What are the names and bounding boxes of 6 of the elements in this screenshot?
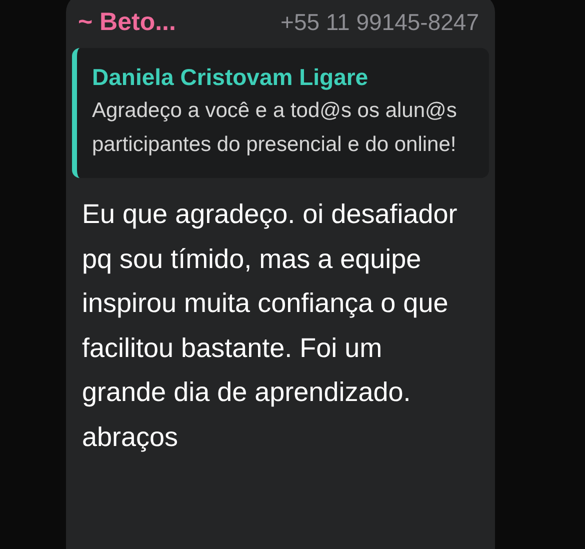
quote-text: Agradeço a você e a tod@s os alun@s participantes do presencial e do online! <box>92 98 458 158</box>
quote-author: Daniela Cristovam Ligare <box>92 63 370 92</box>
sender-name: ~ Beto... <box>78 8 176 37</box>
message-text: Eu que agradeço. oi desafiador pq sou tímido, mas a equipe inspirou muita confiança o que facilitou bastante. Foi um grande dia de aprendizado. abraços <box>82 198 458 454</box>
sender-phone: +55 11 99145-8247 <box>280 9 479 36</box>
quoted-message[interactable]: Daniela Cristovam Ligare Agradeço a você e a tod@s os alun@s participantes do presencial e do online! <box>72 48 489 178</box>
